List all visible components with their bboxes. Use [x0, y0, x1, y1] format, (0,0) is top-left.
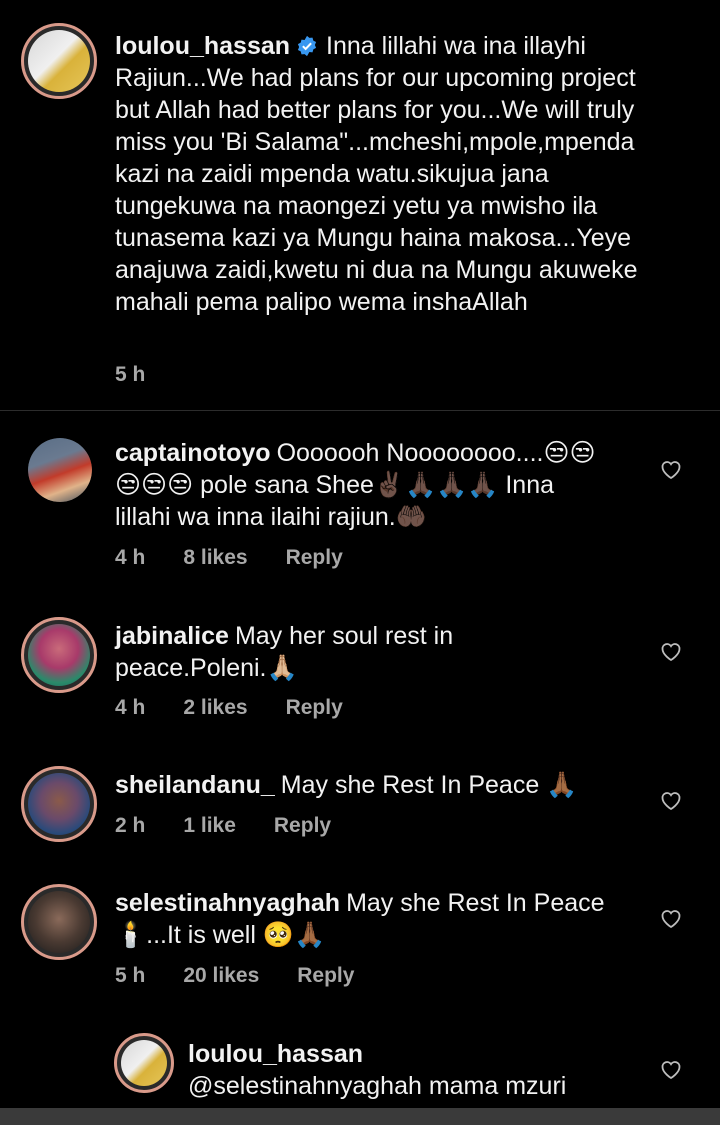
heart-outline-icon[interactable] — [659, 789, 683, 811]
reply-button[interactable]: Reply — [274, 814, 331, 838]
comment-time: 2 h — [115, 814, 146, 837]
comment-likes[interactable]: 2 likes — [183, 696, 247, 720]
comment-avatar[interactable] — [21, 766, 97, 842]
reply-body: @selestinahnyaghah mama mzuri — [188, 1072, 567, 1100]
comment-meta: 4 h 8 likes Reply — [115, 546, 381, 570]
comment-time: 4 h — [115, 696, 146, 719]
comment-username[interactable]: captainotoyo — [115, 439, 271, 467]
comment-username[interactable]: selestinahnyaghah — [115, 889, 340, 917]
comment-time: 4 h — [115, 546, 146, 569]
comment-text-block: jabinalice May her soul rest in peace.Pol… — [115, 620, 515, 684]
comment-avatar[interactable] — [21, 884, 97, 960]
comment-time: 5 h — [115, 964, 146, 987]
comment-username[interactable]: sheilandanu_ — [115, 771, 275, 799]
comment-meta: 5 h 20 likes Reply — [115, 964, 392, 988]
reply-avatar[interactable] — [114, 1033, 174, 1093]
caption-username[interactable]: loulou_hassan — [115, 32, 290, 60]
heart-outline-icon[interactable] — [659, 1058, 683, 1080]
heart-outline-icon[interactable] — [659, 907, 683, 929]
comment-likes[interactable]: 20 likes — [183, 964, 259, 988]
comment-meta: 2 h 1 like Reply — [115, 814, 369, 838]
comment-text-block: selestinahnyaghah May she Rest In Peace 🕯… — [115, 887, 635, 951]
heart-outline-icon[interactable] — [659, 640, 683, 662]
reply-button[interactable]: Reply — [286, 546, 343, 570]
post-caption: loulou_hassan Inna lillahi wa ina illayhi… — [0, 0, 720, 410]
caption-body: Inna lillahi wa ina illayhi Rajiun...We … — [115, 32, 638, 316]
reply-text-block: loulou_hassan @selestinahnyaghah mama mz… — [188, 1038, 628, 1102]
heart-outline-icon[interactable] — [659, 458, 683, 480]
comment-username[interactable]: jabinalice — [115, 622, 229, 650]
caption-divider — [0, 410, 720, 411]
comment-avatar[interactable] — [28, 438, 92, 502]
comment-text-block: sheilandanu_ May she Rest In Peace 🙏🏾 — [115, 769, 635, 801]
verified-badge-icon — [297, 35, 317, 57]
comment-likes[interactable]: 1 like — [183, 814, 236, 838]
comment-meta: 4 h 2 likes Reply — [115, 696, 381, 720]
comment-body: May she Rest In Peace 🙏🏾 — [280, 771, 578, 799]
reply-username[interactable]: loulou_hassan — [188, 1038, 622, 1070]
reply-button[interactable]: Reply — [286, 696, 343, 720]
reply-button[interactable]: Reply — [297, 964, 354, 988]
bottom-bar — [0, 1108, 720, 1125]
comment-avatar[interactable] — [21, 617, 97, 693]
comment-text-block: captainotoyo Ooooooh Noooooooo....😒😒😒😒😒 p… — [115, 437, 615, 533]
caption-text-block: loulou_hassan Inna lillahi wa ina illayhi… — [115, 30, 675, 318]
caption-avatar[interactable] — [21, 23, 97, 99]
comment-likes[interactable]: 8 likes — [183, 546, 247, 570]
caption-meta: 5 h — [115, 363, 183, 387]
caption-time: 5 h — [115, 363, 146, 386]
